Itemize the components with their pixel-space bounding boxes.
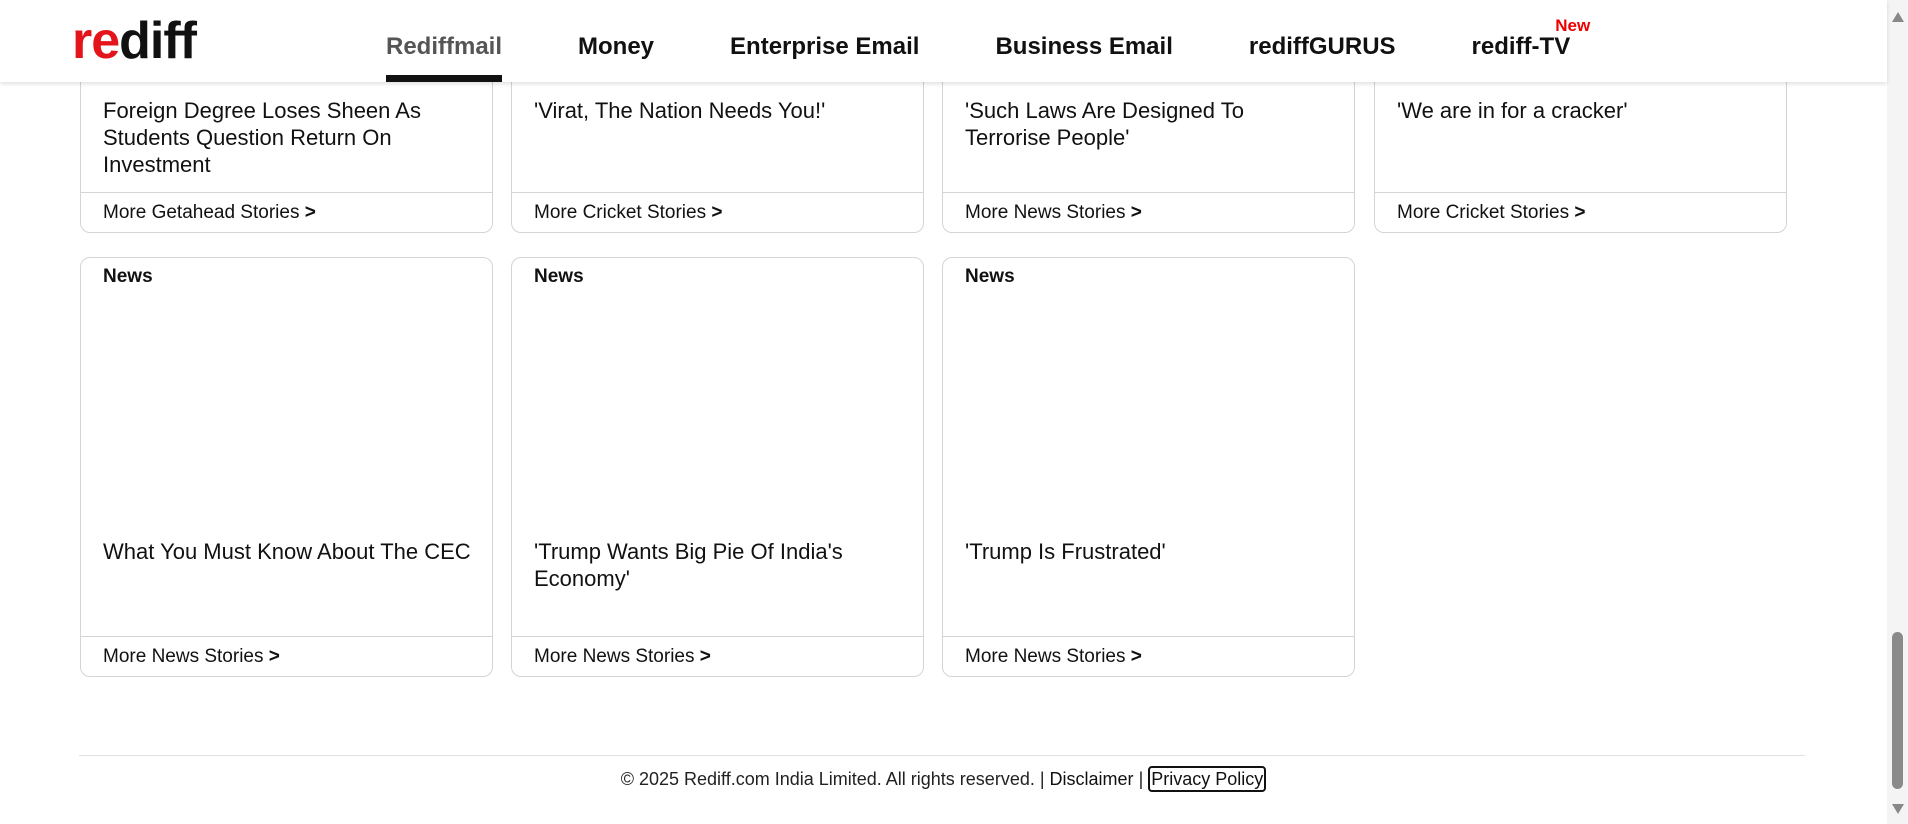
story-card[interactable]: News What You Must Know About The CEC Mo… xyxy=(80,257,493,677)
nav-label: Enterprise Email xyxy=(730,33,920,60)
site-header: rediff Rediffmail Money Enterprise Email… xyxy=(0,0,1887,82)
more-label: More News Stories xyxy=(534,646,695,667)
scroll-up-arrow-icon[interactable] xyxy=(1892,12,1904,22)
story-title[interactable]: What You Must Know About The CEC xyxy=(103,538,472,565)
rediff-logo-mark: rediff xyxy=(72,14,199,64)
chevron-right-icon: > xyxy=(1130,646,1142,667)
more-stories-link[interactable]: More News Stories > xyxy=(943,192,1354,232)
chevron-right-icon: > xyxy=(268,646,280,667)
nav-label: Money xyxy=(578,33,655,60)
story-category: News xyxy=(534,266,584,287)
more-stories-link[interactable]: More Cricket Stories > xyxy=(1375,192,1786,232)
more-stories-link[interactable]: More News Stories > xyxy=(512,636,923,676)
story-title[interactable]: 'Trump Is Frustrated' xyxy=(965,538,1334,565)
more-stories-link[interactable]: More Cricket Stories > xyxy=(512,192,923,232)
chevron-right-icon: > xyxy=(1130,202,1142,223)
nav-label: Rediffmail xyxy=(386,33,503,60)
more-stories-link[interactable]: More News Stories > xyxy=(81,636,492,676)
more-label: More Cricket Stories xyxy=(534,202,707,223)
nav-business-email[interactable]: Business Email xyxy=(995,0,1172,82)
more-label: More Getahead Stories xyxy=(103,202,300,223)
story-title[interactable]: 'Such Laws Are Designed To Terrorise Peo… xyxy=(965,97,1334,151)
story-category: News xyxy=(965,266,1015,287)
story-card[interactable]: News 'Trump Wants Big Pie Of India's Eco… xyxy=(511,257,924,677)
svg-text:rediff: rediff xyxy=(72,14,198,64)
story-title[interactable]: 'We are in for a cracker' xyxy=(1397,97,1766,124)
nav-label: rediffGURUS xyxy=(1248,33,1396,60)
copyright-text: © 2025 Rediff.com India Limited. All rig… xyxy=(620,769,1045,789)
chevron-right-icon: > xyxy=(711,202,723,223)
privacy-policy-link[interactable]: Privacy Policy xyxy=(1148,766,1267,792)
chevron-right-icon: > xyxy=(699,646,711,667)
footer-separator: | xyxy=(1138,769,1144,789)
more-label: More News Stories xyxy=(965,646,1126,667)
story-card[interactable]: News 'Trump Is Frustrated' More News Sto… xyxy=(942,257,1355,677)
nav-rediff-tv[interactable]: rediff-TV New xyxy=(1471,0,1591,82)
site-footer: © 2025 Rediff.com India Limited. All rig… xyxy=(0,766,1887,792)
rediff-logo[interactable]: rediff xyxy=(72,12,240,64)
story-category: News xyxy=(103,266,153,287)
nav-rediffmail[interactable]: Rediffmail xyxy=(386,0,503,82)
more-label: More News Stories xyxy=(103,646,264,667)
more-stories-link[interactable]: More Getahead Stories > xyxy=(81,192,492,232)
more-label: More Cricket Stories xyxy=(1397,202,1570,223)
chevron-right-icon: > xyxy=(1574,202,1586,223)
main-nav: Rediffmail Money Enterprise Email Busine… xyxy=(386,0,1646,82)
scroll-down-arrow-icon[interactable] xyxy=(1892,804,1904,814)
vertical-scrollbar[interactable] xyxy=(1887,0,1908,824)
more-label: More News Stories xyxy=(965,202,1126,223)
disclaimer-link[interactable]: Disclaimer xyxy=(1050,769,1134,789)
scrollbar-thumb[interactable] xyxy=(1892,632,1903,789)
story-title[interactable]: 'Trump Wants Big Pie Of India's Economy' xyxy=(534,538,903,592)
nav-label: rediff-TV xyxy=(1471,33,1571,60)
nav-money[interactable]: Money xyxy=(578,0,654,82)
new-badge: New xyxy=(1555,16,1591,35)
nav-rediffgurus[interactable]: rediffGURUS xyxy=(1249,0,1396,82)
nav-label: Business Email xyxy=(995,33,1173,60)
more-stories-link[interactable]: More News Stories > xyxy=(943,636,1354,676)
chevron-right-icon: > xyxy=(304,202,316,223)
nav-enterprise-email[interactable]: Enterprise Email xyxy=(730,0,919,82)
footer-divider xyxy=(79,755,1805,756)
story-title[interactable]: Foreign Degree Loses Sheen As Students Q… xyxy=(103,97,472,178)
story-grid: Foreign Degree Loses Sheen As Students Q… xyxy=(0,0,1908,824)
story-title[interactable]: 'Virat, The Nation Needs You!' xyxy=(534,97,903,124)
